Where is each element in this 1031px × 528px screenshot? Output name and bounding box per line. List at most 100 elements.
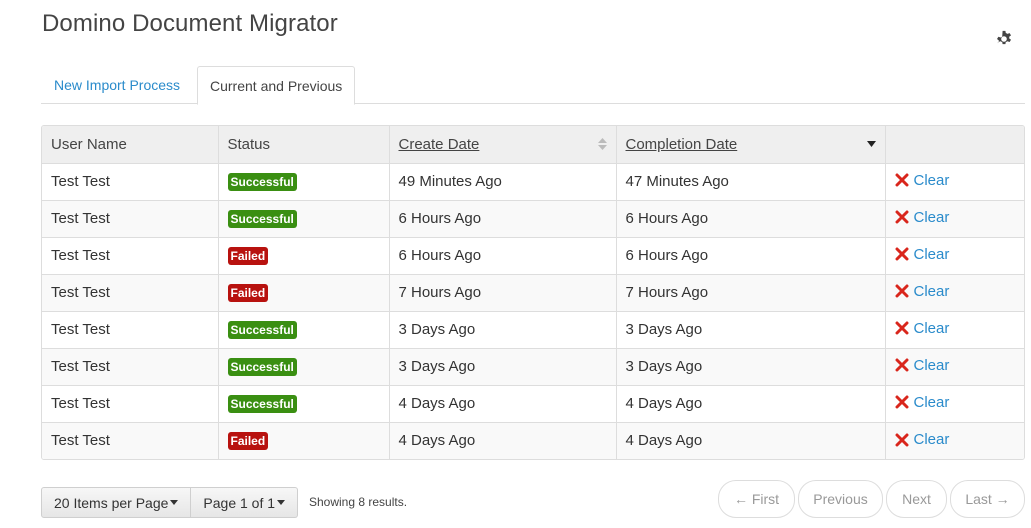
status-badge: Failed bbox=[227, 283, 269, 302]
page-select-label: Page 1 of 1 bbox=[203, 494, 276, 511]
tab-new-import-process[interactable]: New Import Process bbox=[42, 66, 192, 104]
results-count: Showing 8 results. bbox=[309, 495, 408, 509]
status-badge: Successful bbox=[227, 394, 297, 413]
close-icon bbox=[895, 247, 908, 261]
clear-button[interactable]: Clear bbox=[895, 245, 950, 263]
cell-user-name: Test Test bbox=[42, 311, 219, 349]
cell-actions: Clear bbox=[885, 237, 1024, 275]
cell-user-name: Test Test bbox=[42, 163, 219, 201]
caret-down-icon bbox=[170, 500, 179, 505]
next-page-button[interactable]: Next bbox=[886, 480, 947, 518]
first-page-button[interactable]: ← First bbox=[718, 480, 795, 518]
page-select-dropdown[interactable]: Page 1 of 1 bbox=[191, 487, 299, 518]
clear-label: Clear bbox=[913, 393, 950, 411]
last-page-button[interactable]: Last → bbox=[950, 480, 1025, 518]
cell-create-date: 3 Days Ago bbox=[389, 311, 617, 349]
pager-controls: 20 Items per Page Page 1 of 1 bbox=[41, 487, 299, 518]
clear-button[interactable]: Clear bbox=[895, 393, 950, 411]
clear-label: Clear bbox=[913, 245, 950, 263]
cell-completion-date: 3 Days Ago bbox=[616, 311, 886, 349]
close-icon bbox=[895, 358, 908, 372]
caret-down-icon bbox=[277, 500, 286, 505]
table-row: Test Test Successful 49 Minutes Ago 47 Minu… bbox=[42, 163, 1024, 201]
column-header-user-name: User Name bbox=[42, 126, 219, 164]
tab-bar: New Import Process Current and Previous bbox=[41, 66, 1025, 105]
table-row: Test Test Failed 6 Hours Ago 6 Hours Ago Cle… bbox=[42, 237, 1024, 275]
column-header-status: Status bbox=[218, 126, 390, 164]
cell-user-name: Test Test bbox=[42, 200, 219, 238]
page-title: Domino Document Migrator bbox=[42, 10, 338, 37]
cell-user-name: Test Test bbox=[42, 237, 219, 275]
create-date-sort-link[interactable]: Create Date bbox=[399, 136, 480, 153]
previous-page-button[interactable]: Previous bbox=[798, 480, 883, 518]
clear-button[interactable]: Clear bbox=[895, 431, 950, 448]
table-header-row: User Name Status Create Date Completion … bbox=[42, 126, 1024, 164]
clear-button[interactable]: Clear bbox=[895, 171, 950, 189]
cell-status: Successful bbox=[218, 385, 390, 423]
clear-button[interactable]: Clear bbox=[895, 282, 950, 300]
status-badge: Successful bbox=[227, 320, 297, 339]
cell-actions: Clear bbox=[885, 163, 1024, 201]
cell-status: Failed bbox=[218, 237, 390, 275]
imports-table: User Name Status Create Date Completion … bbox=[41, 125, 1025, 460]
status-badge: Failed bbox=[227, 246, 269, 265]
clear-label: Clear bbox=[913, 356, 950, 374]
cell-create-date: 3 Days Ago bbox=[389, 348, 617, 386]
cell-status: Successful bbox=[218, 311, 390, 349]
cell-completion-date: 6 Hours Ago bbox=[616, 237, 886, 275]
cell-completion-date: 3 Days Ago bbox=[616, 348, 886, 386]
cell-user-name: Test Test bbox=[42, 274, 219, 312]
gear-icon[interactable] bbox=[994, 29, 1014, 49]
cell-completion-date: 7 Hours Ago bbox=[616, 274, 886, 312]
cell-user-name: Test Test bbox=[42, 348, 219, 386]
close-icon bbox=[895, 321, 908, 335]
cell-completion-date: 4 Days Ago bbox=[616, 422, 886, 459]
close-icon bbox=[895, 395, 908, 409]
close-icon bbox=[895, 284, 908, 298]
table-row: Test Test Successful 4 Days Ago 4 Days Ago C… bbox=[42, 385, 1024, 423]
clear-button[interactable]: Clear bbox=[895, 356, 950, 374]
status-badge: Successful bbox=[227, 172, 297, 191]
cell-create-date: 4 Days Ago bbox=[389, 385, 617, 423]
close-icon bbox=[895, 173, 908, 187]
cell-create-date: 7 Hours Ago bbox=[389, 274, 617, 312]
close-icon bbox=[895, 433, 908, 446]
cell-actions: Clear bbox=[885, 422, 1024, 459]
table-row: Test Test Successful 3 Days Ago 3 Days Ago C… bbox=[42, 348, 1024, 386]
cell-create-date: 49 Minutes Ago bbox=[389, 163, 617, 201]
column-header-completion-date[interactable]: Completion Date bbox=[616, 126, 886, 164]
clear-label: Clear bbox=[913, 431, 950, 448]
cell-status: Successful bbox=[218, 348, 390, 386]
column-header-actions bbox=[885, 126, 1024, 164]
cell-create-date: 6 Hours Ago bbox=[389, 237, 617, 275]
table-row: Test Test Failed 4 Days Ago 4 Days Ago Clear bbox=[42, 422, 1024, 459]
sort-descending-icon bbox=[866, 141, 876, 148]
status-badge: Successful bbox=[227, 357, 297, 376]
cell-status: Successful bbox=[218, 163, 390, 201]
cell-actions: Clear bbox=[885, 348, 1024, 386]
cell-actions: Clear bbox=[885, 385, 1024, 423]
table-row: Test Test Successful 6 Hours Ago 6 Hours Ag… bbox=[42, 200, 1024, 238]
completion-date-sort-link[interactable]: Completion Date bbox=[626, 136, 738, 153]
clear-label: Clear bbox=[913, 282, 950, 300]
cell-user-name: Test Test bbox=[42, 385, 219, 423]
cell-completion-date: 4 Days Ago bbox=[616, 385, 886, 423]
cell-actions: Clear bbox=[885, 311, 1024, 349]
clear-button[interactable]: Clear bbox=[895, 208, 950, 226]
cell-create-date: 6 Hours Ago bbox=[389, 200, 617, 238]
page-size-dropdown[interactable]: 20 Items per Page bbox=[41, 487, 192, 518]
clear-label: Clear bbox=[913, 171, 950, 189]
status-badge: Successful bbox=[227, 209, 297, 228]
sort-both-icon bbox=[597, 138, 607, 151]
clear-button[interactable]: Clear bbox=[895, 320, 949, 337]
table-row: Test Test Failed 7 Hours Ago 7 Hours Ago Cle… bbox=[42, 274, 1024, 312]
cell-user-name: Test Test bbox=[42, 422, 219, 459]
tab-current-and-previous[interactable]: Current and Previous bbox=[197, 66, 356, 105]
clear-label: Clear bbox=[913, 208, 950, 226]
cell-completion-date: 6 Hours Ago bbox=[616, 200, 886, 238]
cell-actions: Clear bbox=[885, 200, 1024, 238]
column-header-create-date[interactable]: Create Date bbox=[389, 126, 617, 164]
status-badge: Failed bbox=[227, 431, 269, 450]
table-row: Test Test Successful 3 Days Ago 3 Days Ago C… bbox=[42, 311, 1024, 349]
cell-create-date: 4 Days Ago bbox=[389, 422, 617, 459]
